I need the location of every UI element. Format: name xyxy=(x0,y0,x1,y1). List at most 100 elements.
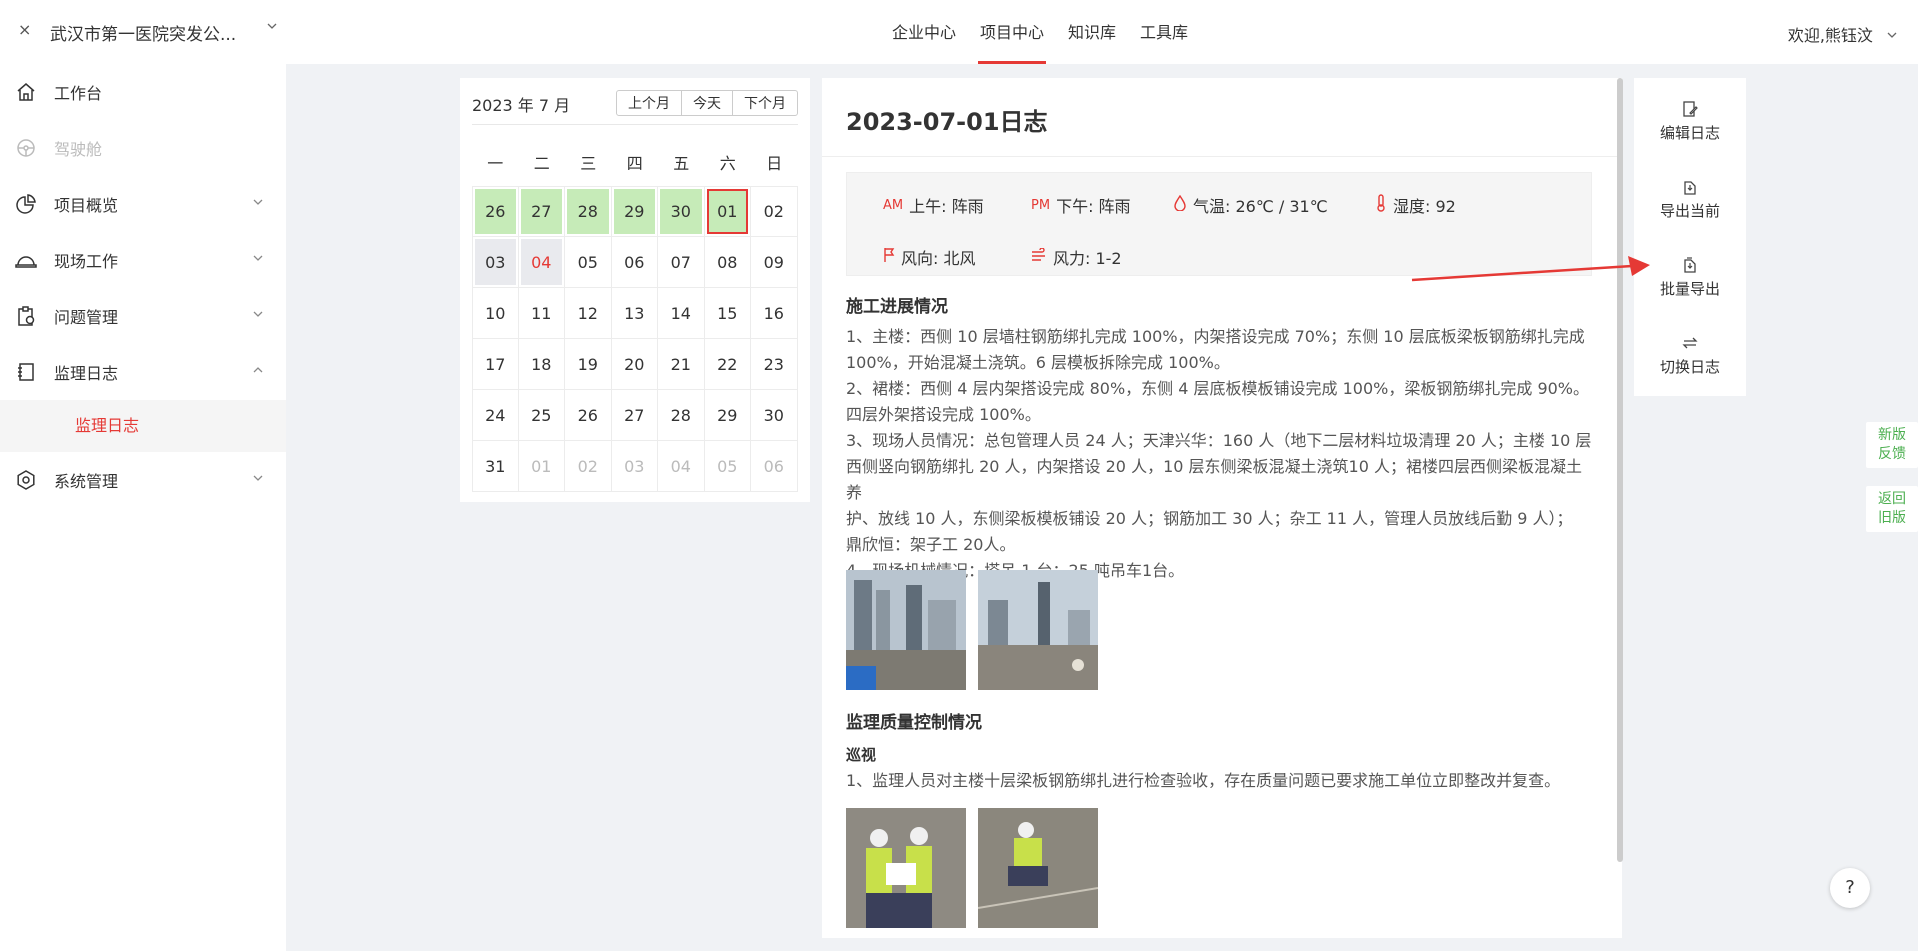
day-number: 24 xyxy=(485,405,506,425)
sidebar-item-supervision-log[interactable]: 监理日志 xyxy=(0,344,286,400)
calendar-day[interactable]: 02 xyxy=(565,441,612,492)
sidebar-subitem-supervision-log[interactable]: 监理日志 xyxy=(0,400,286,452)
calendar-day[interactable]: 02 xyxy=(751,186,798,237)
project-selector[interactable]: 武汉市第一医院突发公... xyxy=(50,20,236,45)
today-button[interactable]: 今天 xyxy=(682,91,733,115)
calendar-grid: 一 二 三 四 五 六 日 26 27 28 29 30 01 02 03 04 05 06 07 08… xyxy=(472,142,798,492)
calendar-day[interactable]: 18 xyxy=(518,339,565,390)
patrol-text: 1、监理人员对主楼十层梁板钢筋绑扎进行检查验收，存在质量问题已要求施工单位立即整… xyxy=(846,771,1561,790)
clipboard-check-icon xyxy=(14,304,38,328)
calendar-day[interactable]: 05 xyxy=(565,237,612,288)
weekday-label: 日 xyxy=(766,154,783,173)
tab-project-center[interactable]: 项目中心 xyxy=(968,0,1056,64)
weather-temp: 气温: 26℃ / 31℃ xyxy=(1173,193,1328,217)
weather-wind-force-text: 风力: 1-2 xyxy=(1053,249,1122,268)
day-number: 06 xyxy=(624,252,645,272)
calendar-day[interactable]: 04 xyxy=(518,237,565,288)
day-number: 23 xyxy=(763,354,784,374)
calendar-day[interactable]: 08 xyxy=(704,237,751,288)
sidebar-item-workbench[interactable]: 工作台 xyxy=(0,64,286,120)
sidebar-item-cockpit[interactable]: 驾驶舱 xyxy=(0,120,286,176)
calendar-day[interactable]: 05 xyxy=(704,441,751,492)
tab-knowledge-base[interactable]: 知识库 xyxy=(1056,0,1128,64)
close-icon[interactable]: × xyxy=(18,20,31,39)
calendar-day[interactable]: 04 xyxy=(658,441,705,492)
chevron-down-icon[interactable] xyxy=(266,20,278,35)
switch-log-button[interactable]: 切换日志 xyxy=(1634,334,1746,377)
help-button[interactable]: ? xyxy=(1830,868,1870,908)
calendar-day[interactable]: 13 xyxy=(611,288,658,339)
calendar-day[interactable]: 19 xyxy=(565,339,612,390)
calendar-day[interactable]: 27 xyxy=(518,186,565,237)
day-number: 16 xyxy=(763,303,784,323)
calendar-day[interactable]: 07 xyxy=(658,237,705,288)
sidebar-item-issue-management[interactable]: 问题管理 xyxy=(0,288,286,344)
prev-month-button[interactable]: 上个月 xyxy=(617,91,682,115)
weekday-label: 四 xyxy=(626,154,643,173)
calendar-day[interactable]: 29 xyxy=(704,390,751,441)
calendar-day[interactable]: 24 xyxy=(472,390,519,441)
calendar-day[interactable]: 28 xyxy=(565,186,612,237)
calendar-day[interactable]: 11 xyxy=(518,288,565,339)
new-version-feedback-button[interactable]: 新版 反馈 xyxy=(1866,422,1918,468)
chevron-down-icon xyxy=(252,472,264,487)
calendar-day[interactable]: 26 xyxy=(472,186,519,237)
weather-am-text: 上午: 阵雨 xyxy=(909,197,984,216)
day-number: 02 xyxy=(577,456,598,476)
calendar-day[interactable]: 30 xyxy=(658,186,705,237)
calendar-day[interactable]: 30 xyxy=(751,390,798,441)
calendar-day[interactable]: 25 xyxy=(518,390,565,441)
calendar-day[interactable]: 03 xyxy=(611,441,658,492)
calendar-day[interactable]: 27 xyxy=(611,390,658,441)
calendar-day[interactable]: 15 xyxy=(704,288,751,339)
construction-photo[interactable] xyxy=(846,570,966,690)
day-number: 01 xyxy=(717,202,738,221)
calendar-day[interactable]: 10 xyxy=(472,288,519,339)
day-number: 03 xyxy=(624,456,645,476)
export-current-button[interactable]: 导出当前 xyxy=(1634,178,1746,221)
calendar-day[interactable]: 06 xyxy=(611,237,658,288)
calendar-day[interactable]: 28 xyxy=(658,390,705,441)
calendar-day[interactable]: 23 xyxy=(751,339,798,390)
am-weather-icon: AM xyxy=(883,197,904,213)
day-number: 26 xyxy=(577,405,598,425)
calendar-day[interactable]: 16 xyxy=(751,288,798,339)
next-month-button[interactable]: 下个月 xyxy=(733,91,797,115)
sidebar-item-project-overview[interactable]: 项目概览 xyxy=(0,176,286,232)
sidebar-item-label: 项目概览 xyxy=(54,196,119,215)
calendar-day[interactable]: 29 xyxy=(611,186,658,237)
calendar-day[interactable]: 21 xyxy=(658,339,705,390)
weekday-label: 二 xyxy=(533,154,550,173)
weather-humidity: 湿度: 92 xyxy=(1375,193,1456,217)
progress-line: 1、主楼：西侧 10 层墙柱钢筋绑扎完成 100%，内架搭设完成 70%；东侧 … xyxy=(846,327,1585,346)
calendar-day[interactable]: 17 xyxy=(472,339,519,390)
return-old-version-button[interactable]: 返回 旧版 xyxy=(1866,486,1918,532)
sidebar-item-system-management[interactable]: 系统管理 xyxy=(0,452,286,508)
calendar-day[interactable]: 01 xyxy=(704,186,751,237)
calendar-day[interactable]: 14 xyxy=(658,288,705,339)
calendar-day[interactable]: 26 xyxy=(565,390,612,441)
inspection-photo[interactable] xyxy=(978,808,1098,928)
inspection-photo[interactable] xyxy=(846,808,966,928)
calendar-day[interactable]: 20 xyxy=(611,339,658,390)
construction-photo[interactable] xyxy=(978,570,1098,690)
feedback-label: 旧版 xyxy=(1878,510,1906,526)
day-number: 31 xyxy=(485,456,506,476)
calendar-day[interactable]: 01 xyxy=(518,441,565,492)
tab-tool-library[interactable]: 工具库 xyxy=(1128,0,1200,64)
edit-log-button[interactable]: 编辑日志 xyxy=(1634,100,1746,143)
log-scrollbar[interactable] xyxy=(1617,78,1623,862)
user-menu[interactable]: 欢迎,熊钰汶 xyxy=(1788,22,1898,46)
calendar-day[interactable]: 31 xyxy=(472,441,519,492)
gear-icon xyxy=(14,468,38,492)
tab-enterprise-center[interactable]: 企业中心 xyxy=(880,0,968,64)
action-panel: 编辑日志 导出当前 批量导出 切换日志 xyxy=(1634,78,1746,396)
calendar-day[interactable]: 06 xyxy=(751,441,798,492)
sidebar-item-field-work[interactable]: 现场工作 xyxy=(0,232,286,288)
calendar-day[interactable]: 09 xyxy=(751,237,798,288)
calendar-day[interactable]: 12 xyxy=(565,288,612,339)
calendar-day[interactable]: 03 xyxy=(472,237,519,288)
progress-line: 3、现场人员情况：总包管理人员 24 人；天津兴华：160 人（地下二层材料垃圾… xyxy=(846,431,1592,450)
calendar-day[interactable]: 22 xyxy=(704,339,751,390)
weekday-label: 六 xyxy=(719,154,736,173)
